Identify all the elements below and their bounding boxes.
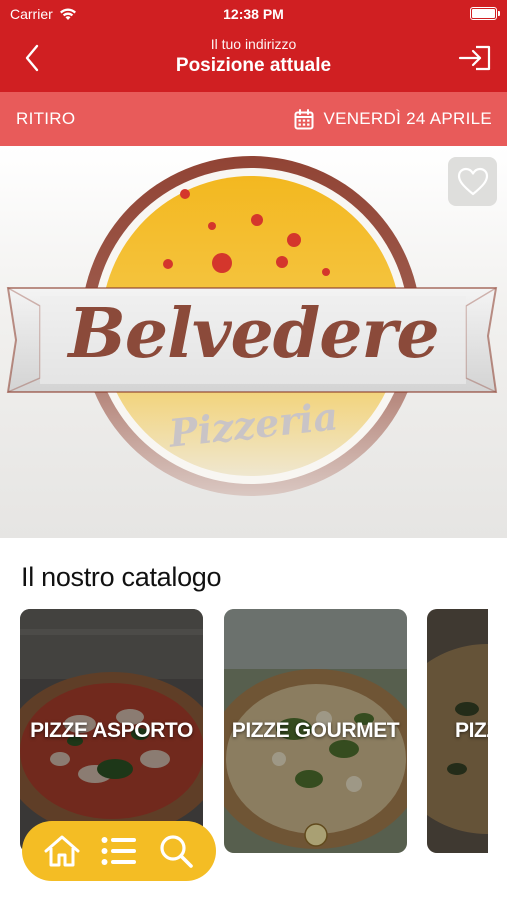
catalog-carousel[interactable]: PIZZE ASPORTO PIZZE GOURMET PIZ [20, 609, 488, 855]
search-icon [160, 835, 193, 868]
order-options-bar: RITIRO VENERDÌ 24 APRILE [0, 92, 507, 146]
catalog-card-label: PIZZE ASPORTO [30, 719, 193, 742]
catalog-card-label: PIZZ [455, 719, 488, 742]
top-bar: Carrier 12:38 PM Il tuo indirizzo Posizi… [0, 0, 507, 92]
bottom-nav [22, 821, 216, 881]
nav-home-button[interactable] [41, 830, 83, 872]
logo-name: Belvedere [68, 294, 439, 374]
delivery-mode[interactable]: RITIRO [16, 109, 75, 129]
selected-date: VENERDÌ 24 APRILE [323, 109, 492, 128]
catalog-title: Il nostro catalogo [21, 562, 222, 592]
page-title: Posizione attuale [175, 55, 332, 76]
sign-in-icon [458, 45, 491, 71]
status-bar: Carrier 12:38 PM [0, 0, 507, 28]
battery-icon [470, 7, 500, 20]
calendar-icon [294, 108, 314, 129]
date-selector[interactable]: VENERDÌ 24 APRILE [294, 108, 492, 130]
address-subtitle: Il tuo indirizzo [210, 36, 297, 52]
heart-icon [457, 167, 488, 196]
list-icon [101, 837, 136, 865]
login-button[interactable] [457, 42, 493, 74]
nav-search-button[interactable] [155, 830, 197, 872]
catalog-card-pizze-gourmet[interactable]: PIZZE GOURMET [224, 609, 407, 853]
catalog-card-label: PIZZE GOURMET [231, 719, 400, 742]
address-selector[interactable]: Il tuo indirizzo Posizione attuale [0, 36, 507, 77]
home-icon [44, 835, 80, 867]
status-time: 12:38 PM [223, 6, 284, 22]
catalog-card-pizze-asporto[interactable]: PIZZE ASPORTO [20, 609, 203, 853]
restaurant-hero: Belvedere Pizzeria [0, 146, 507, 538]
catalog-card-partial[interactable]: PIZZ [427, 609, 488, 853]
nav-menu-button[interactable] [98, 830, 140, 872]
favorite-button[interactable] [448, 157, 497, 206]
